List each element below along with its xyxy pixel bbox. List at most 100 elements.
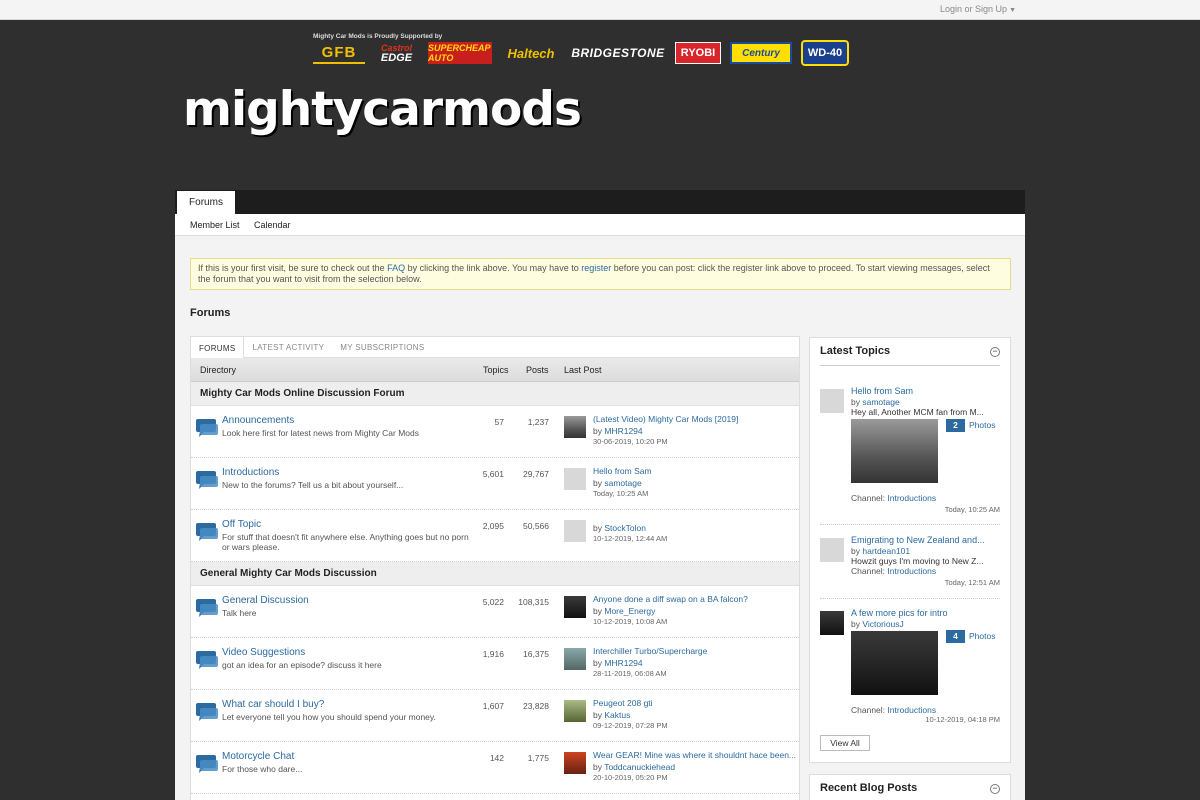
notice-text-1: If this is your first visit, be sure to … bbox=[198, 263, 388, 273]
topic-photo[interactable] bbox=[851, 419, 938, 483]
forum-bubble-icon[interactable] bbox=[195, 702, 219, 722]
forum-topic-count: 1,916 bbox=[482, 649, 504, 659]
avatar[interactable] bbox=[820, 611, 844, 635]
supercheap-auto-logo[interactable]: SUPERCHEAP AUTO bbox=[428, 42, 492, 64]
tab-my-subscriptions[interactable]: MY SUBSCRIPTIONS bbox=[332, 337, 432, 357]
col-posts[interactable]: Posts bbox=[526, 365, 549, 375]
last-post-thumbnail[interactable] bbox=[564, 700, 586, 722]
forum-name[interactable]: What car should I buy? bbox=[222, 699, 324, 710]
last-post-user-link[interactable]: Kaktus bbox=[604, 710, 630, 720]
forum-bubble-icon[interactable] bbox=[195, 418, 219, 438]
forum-name[interactable]: Motorcycle Chat bbox=[222, 751, 294, 762]
last-post-title[interactable]: Peugeot 208 gti bbox=[593, 698, 798, 708]
last-post-user-link[interactable]: MHR1294 bbox=[604, 426, 642, 436]
castrol-edge-logo[interactable]: Castrol EDGE bbox=[374, 42, 419, 64]
last-post-user-link[interactable]: Toddcanuckiehead bbox=[604, 762, 675, 772]
last-post-thumbnail[interactable] bbox=[564, 416, 586, 438]
bridgestone-logo[interactable]: BRIDGESTONE bbox=[570, 42, 666, 64]
last-post-title[interactable]: Wear GEAR! Mine was where it shouldnt ha… bbox=[593, 750, 798, 760]
topic-date: Today, 12:51 AM bbox=[944, 578, 1000, 587]
last-post-date: 10-12-2019, 10:08 AM bbox=[593, 617, 668, 626]
topic-by: by bbox=[851, 619, 860, 629]
forum-description: New to the forums? Tell us a bit about y… bbox=[222, 480, 404, 490]
last-post-user-link[interactable]: samotage bbox=[604, 478, 641, 488]
last-post-thumbnail[interactable] bbox=[564, 468, 586, 490]
topic-excerpt: Hey all, Another MCM fan from M... bbox=[851, 407, 984, 417]
topic-title[interactable]: A few more pics for intro bbox=[851, 608, 1001, 618]
last-post-thumbnail[interactable] bbox=[564, 752, 586, 774]
gfb-logo[interactable]: GFB bbox=[313, 42, 365, 64]
login-signup-link[interactable]: Login or Sign Up ▼ bbox=[940, 4, 1016, 14]
tab-latest-activity[interactable]: LATEST ACTIVITY bbox=[244, 337, 332, 357]
last-post-title[interactable]: (Latest Video) Mighty Car Mods [2019] bbox=[593, 414, 798, 424]
channel-link[interactable]: Introductions bbox=[887, 566, 936, 576]
forum-post-count: 108,315 bbox=[518, 597, 549, 607]
last-post-user-link[interactable]: More_Energy bbox=[604, 606, 655, 616]
channel-label: Channel: bbox=[851, 705, 886, 715]
category-header[interactable]: General Mighty Car Mods Discussion bbox=[191, 562, 799, 586]
forum-row: Off Topic For stuff that doesn't fit anyw… bbox=[191, 510, 799, 562]
forum-name[interactable]: Video Suggestions bbox=[222, 647, 305, 658]
collapse-icon[interactable]: − bbox=[990, 784, 1000, 794]
forum-bubble-icon[interactable] bbox=[195, 470, 219, 490]
channel-link[interactable]: Introductions bbox=[887, 705, 936, 715]
avatar[interactable] bbox=[820, 538, 844, 562]
col-last-post[interactable]: Last Post bbox=[564, 365, 602, 375]
sponsor-logos: GFB Castrol EDGE SUPERCHEAP AUTO Haltech… bbox=[313, 40, 849, 66]
last-post-thumbnail[interactable] bbox=[564, 520, 586, 542]
last-post-author: by Kaktus bbox=[593, 710, 630, 720]
last-post-thumbnail[interactable] bbox=[564, 648, 586, 670]
wd40-logo[interactable]: WD-40 bbox=[801, 40, 849, 66]
avatar[interactable] bbox=[820, 389, 844, 413]
site-logo[interactable]: mightycarmods bbox=[183, 82, 582, 137]
topic-title[interactable]: Hello from Sam bbox=[851, 386, 1001, 396]
topic-title[interactable]: Emigrating to New Zealand and... bbox=[851, 535, 1001, 545]
last-post-title[interactable]: Hello from Sam bbox=[593, 466, 798, 476]
faq-link[interactable]: FAQ bbox=[387, 263, 405, 273]
topic-author-link[interactable]: VictoriousJ bbox=[862, 619, 903, 629]
forum-name[interactable]: Introductions bbox=[222, 467, 279, 478]
register-link[interactable]: register bbox=[581, 263, 611, 273]
divider bbox=[820, 598, 1000, 599]
page-title: Forums bbox=[190, 307, 231, 319]
topic-photo[interactable] bbox=[851, 631, 938, 695]
chevron-down-icon[interactable]: ▼ bbox=[1009, 7, 1016, 14]
topic-author-link[interactable]: hartdean101 bbox=[862, 546, 910, 556]
forum-bubble-icon[interactable] bbox=[195, 754, 219, 774]
forum-bubble-icon[interactable] bbox=[195, 598, 219, 618]
view-all-button[interactable]: View All bbox=[820, 735, 870, 751]
login-label[interactable]: Login or Sign Up bbox=[940, 4, 1007, 14]
last-post-title[interactable]: Anyone done a diff swap on a BA falcon? bbox=[593, 594, 798, 604]
forum-description: For stuff that doesn't fit anywhere else… bbox=[222, 532, 469, 552]
photos-link[interactable]: Photos bbox=[969, 631, 995, 641]
last-post-user-link[interactable]: StockTolon bbox=[604, 523, 646, 533]
ryobi-logo[interactable]: RYOBI bbox=[675, 42, 721, 64]
tab-forums-list[interactable]: FORUMS bbox=[191, 337, 245, 359]
last-post-thumbnail[interactable] bbox=[564, 596, 586, 618]
topic-author: by VictoriousJ bbox=[851, 619, 904, 629]
tab-forums[interactable]: Forums bbox=[177, 191, 235, 214]
collapse-icon[interactable]: − bbox=[990, 347, 1000, 357]
photos-link[interactable]: Photos bbox=[969, 420, 995, 430]
category-header[interactable]: Mighty Car Mods Online Discussion Forum bbox=[191, 382, 799, 406]
forum-bubble-icon[interactable] bbox=[195, 522, 219, 542]
forum-name[interactable]: Off Topic bbox=[222, 519, 261, 530]
forum-name[interactable]: General Discussion bbox=[222, 595, 309, 606]
column-header: Directory Topics Posts Last Post bbox=[191, 358, 799, 382]
forum-row: Video Suggestions got an idea for an epis… bbox=[191, 638, 799, 690]
topic-author: by hartdean101 bbox=[851, 546, 910, 556]
forum-bubble-icon[interactable] bbox=[195, 650, 219, 670]
topic-author-link[interactable]: samotage bbox=[862, 397, 899, 407]
col-topics[interactable]: Topics bbox=[483, 365, 509, 375]
century-logo[interactable]: Century bbox=[730, 42, 792, 64]
channel-link[interactable]: Introductions bbox=[887, 493, 936, 503]
topic-channel: Channel: Introductions bbox=[851, 705, 936, 715]
col-directory: Directory bbox=[200, 365, 237, 375]
calendar-link[interactable]: Calendar bbox=[254, 220, 291, 230]
forum-name[interactable]: Announcements bbox=[222, 415, 294, 426]
last-post-user-link[interactable]: MHR1294 bbox=[604, 658, 642, 668]
haltech-logo[interactable]: Haltech bbox=[501, 42, 561, 64]
forum-row: What car should I buy? Let everyone tell … bbox=[191, 690, 799, 742]
last-post-title[interactable]: Interchiller Turbo/Supercharge bbox=[593, 646, 798, 656]
member-list-link[interactable]: Member List bbox=[190, 220, 240, 230]
